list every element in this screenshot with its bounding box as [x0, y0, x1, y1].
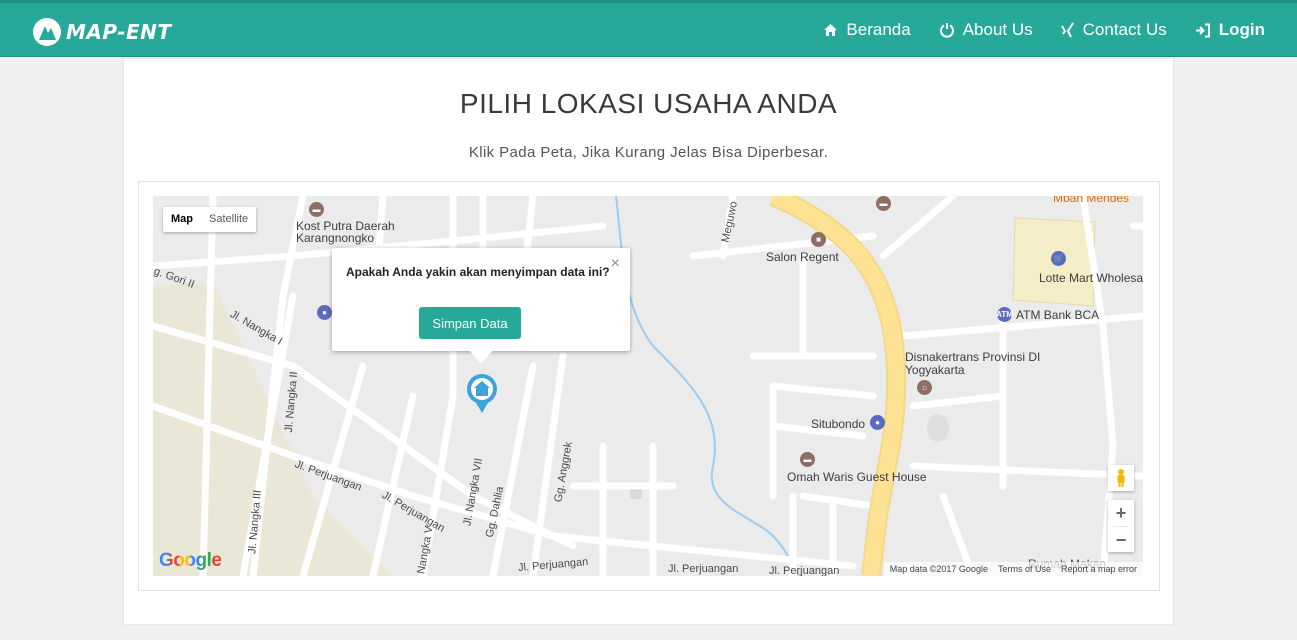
nav-login[interactable]: Login [1195, 20, 1265, 40]
place-label: Mbah Mendes [1053, 196, 1130, 205]
nav-contact[interactable]: Contact Us [1060, 20, 1167, 40]
map-type-satellite-button[interactable]: Satellite [201, 207, 256, 232]
close-icon[interactable]: × [611, 255, 620, 273]
pegman-icon [1117, 469, 1125, 487]
nav-beranda-label: Beranda [846, 20, 911, 39]
place-label: Disnakertrans Provinsi DI Yogyakarta [905, 350, 1041, 377]
page-subtitle: Klik Pada Peta, Jika Kurang Jelas Bisa D… [468, 144, 829, 161]
google-logo[interactable]: Google [159, 550, 222, 572]
terms-link[interactable]: Terms of Use [998, 562, 1051, 576]
lodging-icon[interactable]: ▬ [876, 196, 891, 211]
confirm-infowindow: Apakah Anda yakin akan menyimpan data in… [332, 248, 630, 364]
xing-icon [1060, 22, 1074, 38]
nav-contact-label: Contact Us [1082, 20, 1167, 39]
map-base [153, 196, 1143, 576]
power-icon [939, 23, 954, 38]
place-label: Lotte Mart Wholesa [1039, 271, 1143, 285]
nav-about[interactable]: About Us [939, 20, 1033, 40]
place-label: Omah Waris Guest House [787, 470, 927, 484]
nav-login-label: Login [1218, 20, 1265, 39]
place-label: ATM Bank BCA [1016, 308, 1100, 322]
bag-icon[interactable]: ● [870, 415, 885, 430]
nav-about-label: About Us [962, 20, 1033, 39]
lodging-icon[interactable]: ▬ [309, 202, 324, 217]
map-type-map-button[interactable]: Map [163, 207, 201, 232]
government-icon[interactable]: ⌂ [917, 380, 932, 395]
street-view-pegman[interactable] [1108, 465, 1134, 491]
logo-icon [33, 18, 61, 46]
brand-name: MAP-ENT [66, 20, 172, 44]
map-canvas[interactable]: ▬ Kost Putra Daerah Karangnongko ■ Salon… [153, 196, 1143, 576]
lodging-icon[interactable]: ▬ [800, 452, 815, 467]
salon-icon[interactable]: ■ [811, 232, 826, 247]
nav-links: Beranda About Us Contact Us Login [823, 20, 1265, 40]
brand[interactable]: MAP-ENT [32, 17, 172, 47]
street-label: Jl. Perjuangan [769, 565, 840, 576]
map-type-control: Map Satellite [163, 207, 257, 232]
street-label: Jl. Perjuangan [668, 563, 739, 575]
bag-icon[interactable]: ● [317, 305, 332, 320]
nav-beranda[interactable]: Beranda [823, 20, 911, 40]
navbar: MAP-ENT Beranda About Us Contact Us Logi… [0, 0, 1297, 57]
sign-in-icon [1195, 23, 1210, 37]
shopping-cart-icon[interactable]: 🛒 [1051, 251, 1066, 266]
map-data-credit: Map data ©2017 Google [889, 564, 988, 574]
page-title: PILIH LOKASI USAHA ANDA [459, 88, 838, 119]
map-attribution: Map data ©2017 Google Terms of Use Repor… [883, 562, 1143, 576]
place-label: Kost Putra Daerah Karangnongko [296, 219, 395, 245]
zoom-in-button[interactable]: + [1108, 500, 1134, 526]
confirm-message: Apakah Anda yakin akan menyimpan data in… [346, 265, 610, 279]
zoom-out-button[interactable]: − [1108, 527, 1134, 553]
location-marker-icon[interactable] [465, 372, 499, 414]
home-icon [824, 24, 838, 36]
atm-icon[interactable]: ATM [996, 307, 1013, 322]
save-data-button[interactable]: Simpan Data [419, 307, 521, 339]
place-label: Situbondo [811, 417, 866, 431]
google-logo-text: Google [159, 550, 222, 571]
report-error-link[interactable]: Report a map error [1061, 562, 1137, 576]
zoom-control: + − [1108, 500, 1134, 552]
place-label: Salon Regent [766, 250, 839, 264]
